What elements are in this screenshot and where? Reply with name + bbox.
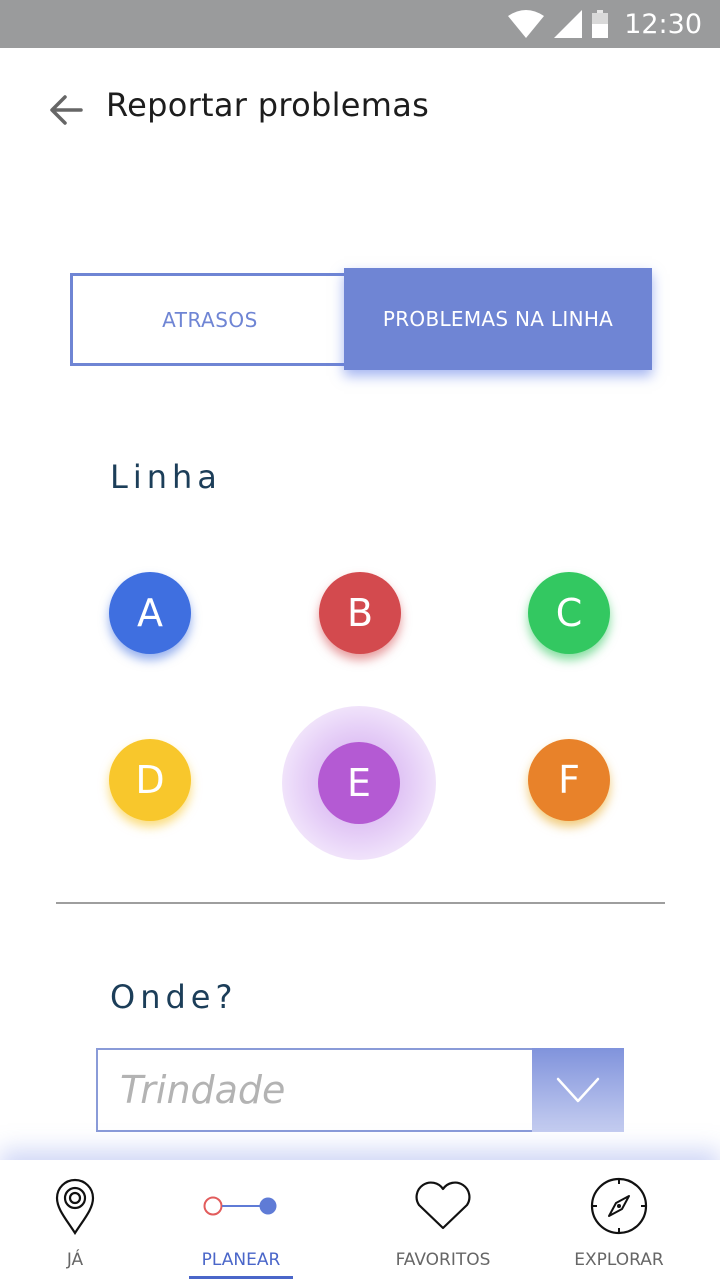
status-icons: 12:30 <box>508 0 702 48</box>
cell-signal-icon <box>554 10 583 38</box>
nav-item-ja[interactable]: JÁ <box>35 1160 115 1280</box>
tab-atrasos[interactable]: ATRASOS <box>70 273 350 366</box>
dropdown-toggle[interactable] <box>532 1048 624 1132</box>
nav-item-explorar[interactable]: EXPLORAR <box>569 1160 669 1280</box>
line-b-button[interactable]: B <box>319 572 401 654</box>
tab-problemas-na-linha[interactable]: PROBLEMAS NA LINHA <box>344 268 652 370</box>
battery-icon <box>592 10 609 38</box>
nav-label-planear: PLANEAR <box>201 1250 281 1270</box>
route-icon <box>203 1196 277 1216</box>
station-select[interactable]: Trindade <box>96 1048 624 1132</box>
station-select-value: Trindade <box>120 1068 286 1112</box>
line-d-button[interactable]: D <box>109 739 191 821</box>
active-tab-indicator <box>189 1276 293 1279</box>
back-button[interactable] <box>44 88 88 132</box>
app-bar: Reportar problemas <box>0 48 720 164</box>
compass-icon <box>590 1177 648 1235</box>
line-f-button[interactable]: F <box>528 739 610 821</box>
heart-icon <box>415 1181 471 1230</box>
status-time: 12:30 <box>624 8 702 40</box>
divider <box>56 902 665 904</box>
arrow-left-icon <box>50 95 83 125</box>
line-a-button[interactable]: A <box>109 572 191 654</box>
location-pin-icon <box>55 1178 95 1235</box>
where-heading: Onde? <box>110 978 238 1016</box>
page-title: Reportar problemas <box>106 86 430 124</box>
nav-label-explorar: EXPLORAR <box>574 1250 664 1270</box>
line-e-button[interactable]: E <box>318 742 400 824</box>
nav-label-ja: JÁ <box>66 1250 84 1270</box>
nav-label-favoritos: FAVORITOS <box>395 1250 491 1270</box>
bottom-navigation: JÁ PLANEAR FAVORITOS EXPLORAR <box>0 1160 720 1280</box>
wifi-icon <box>508 10 545 38</box>
nav-item-favoritos[interactable]: FAVORITOS <box>383 1160 503 1280</box>
nav-item-planear[interactable]: PLANEAR <box>189 1160 293 1280</box>
status-bar: 12:30 <box>0 0 720 48</box>
line-c-button[interactable]: C <box>528 572 610 654</box>
chevron-down-icon <box>556 1077 600 1103</box>
line-heading: Linha <box>110 458 222 496</box>
